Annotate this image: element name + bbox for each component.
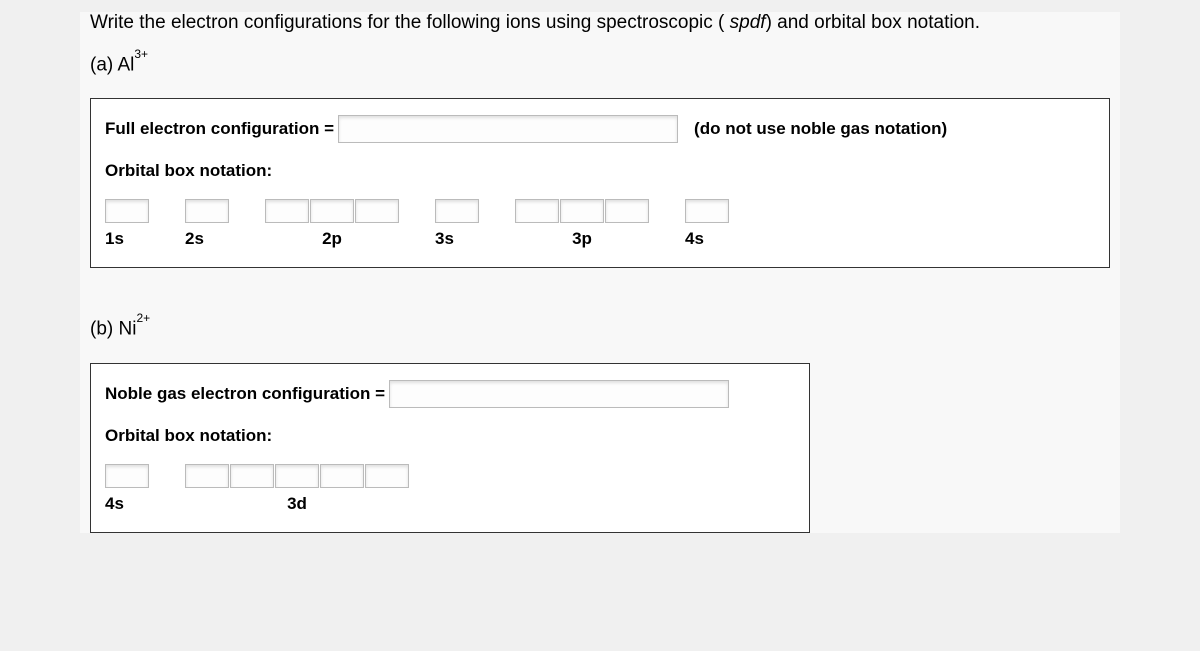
orbital-box-3p-2[interactable] xyxy=(560,199,604,223)
orbital-3p-group: 3p xyxy=(515,199,649,249)
orbital-box-4s-b[interactable] xyxy=(105,464,149,488)
orbital-label-3p: 3p xyxy=(572,229,592,249)
part-b-config-row: Noble gas electron configuration = xyxy=(91,364,809,420)
orbital-label-2p: 2p xyxy=(322,229,342,249)
orbital-1s-group: 1s xyxy=(105,199,149,249)
orbital-label-3s: 3s xyxy=(435,229,454,249)
orbital-box-2s[interactable] xyxy=(185,199,229,223)
part-b-box: Noble gas electron configuration = Orbit… xyxy=(90,363,810,533)
noble-config-input[interactable] xyxy=(389,380,729,408)
part-b-label: (b) Ni2+ xyxy=(80,316,1120,362)
orbital-4s-group-a: 4s xyxy=(685,199,729,249)
orbital-label-4s-b: 4s xyxy=(105,494,124,514)
orbital-box-3p-3[interactable] xyxy=(605,199,649,223)
obn-label-b: Orbital box notation: xyxy=(105,426,272,445)
obn-label-a: Orbital box notation: xyxy=(105,161,272,180)
full-config-label: Full electron configuration = xyxy=(105,119,334,139)
orbital-box-3p-1[interactable] xyxy=(515,199,559,223)
orbital-3d-group: 3d xyxy=(185,464,409,514)
noble-config-label: Noble gas electron configuration = xyxy=(105,384,385,404)
part-a-orbital-boxes: 1s 2s 2p 3s xyxy=(91,185,1109,267)
prompt-post: ) and orbital box notation. xyxy=(766,12,980,33)
orbital-2p-group: 2p xyxy=(265,199,399,249)
orbital-box-3d-2[interactable] xyxy=(230,464,274,488)
orbital-box-3d-4[interactable] xyxy=(320,464,364,488)
question-prompt: Write the electron configurations for th… xyxy=(80,12,1120,52)
question-content: Write the electron configurations for th… xyxy=(80,12,1120,533)
orbital-label-2s: 2s xyxy=(185,229,204,249)
part-a-label: (a) Al3+ xyxy=(80,52,1120,98)
orbital-box-3d-3[interactable] xyxy=(275,464,319,488)
prompt-pre: Write the electron configurations for th… xyxy=(90,12,730,33)
orbital-label-1s: 1s xyxy=(105,229,124,249)
full-config-input[interactable] xyxy=(338,115,678,143)
part-a-obn-row: Orbital box notation: xyxy=(91,155,1109,185)
prompt-italic: spdf xyxy=(730,12,766,33)
part-b-obn-row: Orbital box notation: xyxy=(91,420,809,450)
orbital-box-3d-5[interactable] xyxy=(365,464,409,488)
part-a-box: Full electron configuration = (do not us… xyxy=(90,98,1110,268)
orbital-box-3d-1[interactable] xyxy=(185,464,229,488)
orbital-box-2p-2[interactable] xyxy=(310,199,354,223)
orbital-box-2p-1[interactable] xyxy=(265,199,309,223)
orbital-4s-group-b: 4s xyxy=(105,464,149,514)
no-noble-gas-note: (do not use noble gas notation) xyxy=(694,119,947,139)
orbital-2s-group: 2s xyxy=(185,199,229,249)
part-b-orbital-boxes: 4s 3d xyxy=(91,450,809,532)
orbital-3s-group: 3s xyxy=(435,199,479,249)
orbital-label-4s-a: 4s xyxy=(685,229,704,249)
orbital-label-3d: 3d xyxy=(287,494,307,514)
part-a-config-row: Full electron configuration = (do not us… xyxy=(91,99,1109,155)
orbital-box-2p-3[interactable] xyxy=(355,199,399,223)
orbital-box-1s[interactable] xyxy=(105,199,149,223)
orbital-box-4s-a[interactable] xyxy=(685,199,729,223)
orbital-box-3s[interactable] xyxy=(435,199,479,223)
